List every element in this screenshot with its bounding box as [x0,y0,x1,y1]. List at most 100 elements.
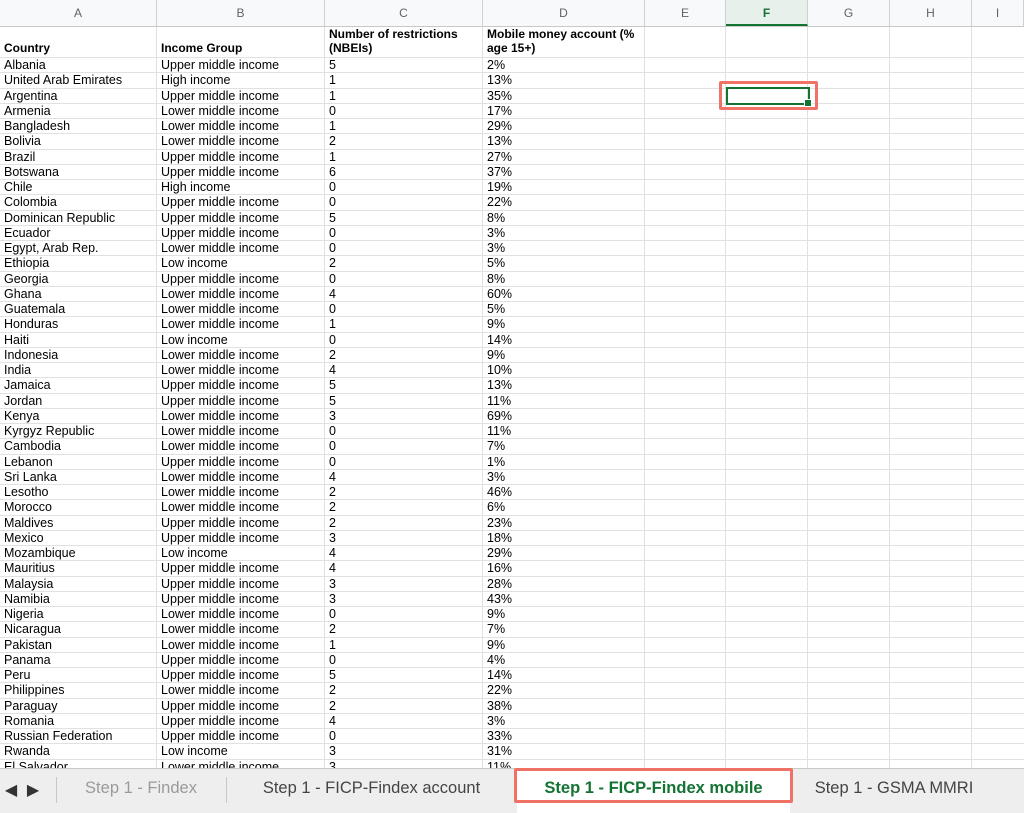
cell-restrictions[interactable]: 4 [325,714,483,729]
cell-restrictions[interactable]: 1 [325,119,483,134]
cell-restrictions[interactable]: 1 [325,150,483,165]
cell-mobile-money[interactable]: 17% [483,104,645,119]
cell-country[interactable]: Mauritius [0,561,157,576]
cell-income-group[interactable]: Upper middle income [157,714,325,729]
column-header-c[interactable]: C [325,0,483,26]
cell-country[interactable]: Jamaica [0,378,157,393]
cell-restrictions[interactable]: 5 [325,58,483,73]
cell-restrictions[interactable]: 4 [325,287,483,302]
cell-country[interactable]: Sri Lanka [0,470,157,485]
cell-income-group[interactable]: Upper middle income [157,195,325,210]
cell-country[interactable]: Pakistan [0,638,157,653]
cell-country[interactable]: Lebanon [0,455,157,470]
cell-country[interactable]: El Salvador [0,760,157,769]
cell-mobile-money[interactable]: 37% [483,165,645,180]
cell-mobile-money[interactable]: 14% [483,668,645,683]
cell-mobile-money[interactable]: 8% [483,272,645,287]
cell-mobile-money[interactable]: 22% [483,683,645,698]
cell-mobile-money[interactable]: 10% [483,363,645,378]
cell-mobile-money[interactable]: 7% [483,622,645,637]
sheet-tab-1[interactable]: Step 1 - Findex [56,769,226,813]
cell-income-group[interactable]: Upper middle income [157,211,325,226]
cell-mobile-money[interactable]: 5% [483,256,645,271]
cell-country[interactable]: Morocco [0,500,157,515]
cell-country[interactable]: United Arab Emirates [0,73,157,88]
cell-country[interactable]: Armenia [0,104,157,119]
cell-restrictions[interactable]: 5 [325,211,483,226]
cell-income-group[interactable]: Lower middle income [157,760,325,769]
cell-income-group[interactable]: High income [157,180,325,195]
cell-country[interactable]: Kyrgyz Republic [0,424,157,439]
cell-restrictions[interactable]: 0 [325,439,483,454]
cell-country[interactable]: Cambodia [0,439,157,454]
cell-restrictions[interactable]: 0 [325,607,483,622]
column-header-h[interactable]: H [890,0,972,26]
cell-restrictions[interactable]: 2 [325,500,483,515]
cell-restrictions[interactable]: 0 [325,729,483,744]
cell-mobile-money[interactable]: 9% [483,638,645,653]
cell-restrictions[interactable]: 3 [325,409,483,424]
cell-mobile-money[interactable]: 9% [483,607,645,622]
cell-income-group[interactable]: Lower middle income [157,409,325,424]
cell-income-group[interactable]: Lower middle income [157,287,325,302]
cell-restrictions[interactable]: 2 [325,348,483,363]
cell-mobile-money[interactable]: 11% [483,760,645,769]
cell-income-group[interactable]: Lower middle income [157,134,325,149]
cell-restrictions[interactable]: 5 [325,668,483,683]
cell-country[interactable]: Rwanda [0,744,157,759]
sheet-grid[interactable]: Country Income Group Number of restricti… [0,27,1024,768]
cell-country[interactable]: Georgia [0,272,157,287]
cell-income-group[interactable]: Low income [157,546,325,561]
cell-income-group[interactable]: Lower middle income [157,302,325,317]
cell-income-group[interactable]: Lower middle income [157,485,325,500]
cell-country[interactable]: Paraguay [0,699,157,714]
prev-sheet-button[interactable]: ◀ [0,769,22,813]
cell-mobile-money[interactable]: 43% [483,592,645,607]
cell-mobile-money[interactable]: 11% [483,424,645,439]
header-restrictions[interactable]: Number of restrictions (NBEIs) [325,27,483,55]
cell-income-group[interactable]: Lower middle income [157,104,325,119]
cell-income-group[interactable]: Low income [157,333,325,348]
cell-income-group[interactable]: Lower middle income [157,241,325,256]
cell-restrictions[interactable]: 1 [325,89,483,104]
cell-country[interactable]: Ecuador [0,226,157,241]
cell-mobile-money[interactable]: 8% [483,211,645,226]
sheet-tab-4[interactable]: Step 1 - GSMA MMRI [794,769,994,813]
cell-restrictions[interactable]: 2 [325,622,483,637]
header-income-group[interactable]: Income Group [157,41,325,55]
cell-mobile-money[interactable]: 33% [483,729,645,744]
cell-restrictions[interactable]: 0 [325,272,483,287]
cell-restrictions[interactable]: 0 [325,333,483,348]
cell-income-group[interactable]: Upper middle income [157,150,325,165]
cell-income-group[interactable]: High income [157,73,325,88]
cell-country[interactable]: Colombia [0,195,157,210]
cell-mobile-money[interactable]: 27% [483,150,645,165]
cell-country[interactable]: Indonesia [0,348,157,363]
cell-mobile-money[interactable]: 3% [483,470,645,485]
cell-mobile-money[interactable]: 60% [483,287,645,302]
column-header-i[interactable]: I [972,0,1024,26]
cell-mobile-money[interactable]: 9% [483,348,645,363]
cell-restrictions[interactable]: 4 [325,470,483,485]
cell-restrictions[interactable]: 6 [325,165,483,180]
column-header-a[interactable]: A [0,0,157,26]
cell-income-group[interactable]: Upper middle income [157,592,325,607]
header-mobile-money[interactable]: Mobile money account (% age 15+) [483,27,645,55]
cell-mobile-money[interactable]: 29% [483,546,645,561]
cell-mobile-money[interactable]: 35% [483,89,645,104]
next-sheet-button[interactable]: ▶ [22,769,44,813]
cell-income-group[interactable]: Lower middle income [157,119,325,134]
cell-country[interactable]: Mozambique [0,546,157,561]
cell-mobile-money[interactable]: 1% [483,455,645,470]
cell-mobile-money[interactable]: 23% [483,516,645,531]
cell-mobile-money[interactable]: 18% [483,531,645,546]
cell-country[interactable]: Malaysia [0,577,157,592]
cell-country[interactable]: Romania [0,714,157,729]
cell-country[interactable]: Botswana [0,165,157,180]
cell-restrictions[interactable]: 3 [325,531,483,546]
cell-income-group[interactable]: Lower middle income [157,683,325,698]
cell-mobile-money[interactable]: 13% [483,378,645,393]
cell-restrictions[interactable]: 4 [325,363,483,378]
cell-mobile-money[interactable]: 22% [483,195,645,210]
cell-country[interactable]: Peru [0,668,157,683]
